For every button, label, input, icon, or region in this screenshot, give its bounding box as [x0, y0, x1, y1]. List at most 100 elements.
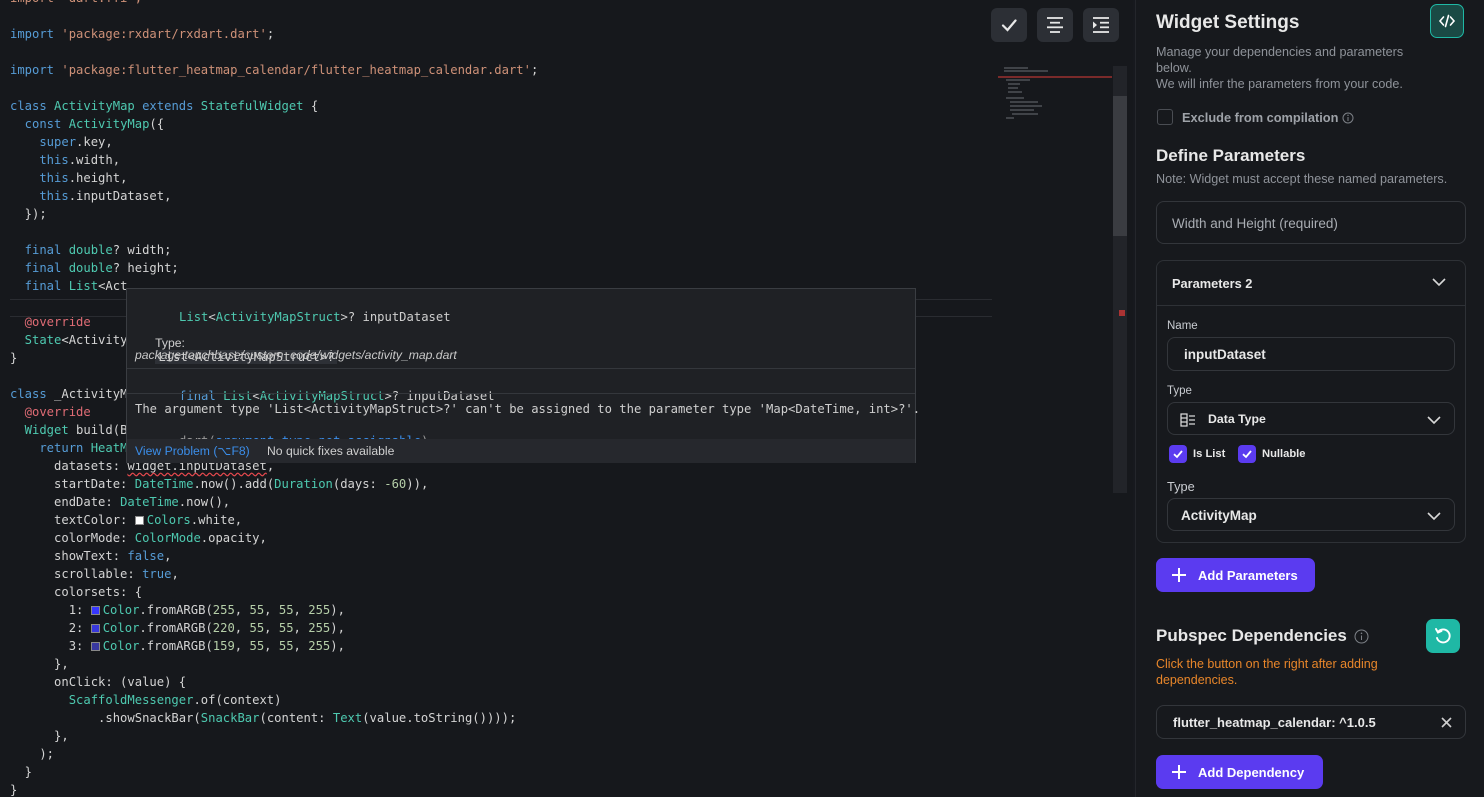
code-token: }	[10, 783, 18, 797]
color-swatch[interactable]	[90, 642, 100, 651]
add-dependency-button[interactable]: Add Dependency	[1156, 755, 1323, 789]
code-line[interactable]: 3: Color.fromARGB(159, 55, 55, 255),	[0, 637, 538, 655]
data-type-icon	[1180, 413, 1195, 427]
panel-description: Manage your dependencies and parameters …	[1156, 45, 1404, 75]
code-line[interactable]: );	[0, 745, 538, 763]
code-line[interactable]: },	[0, 655, 538, 673]
code-token: ),	[330, 621, 345, 635]
code-token: .now(),	[178, 495, 231, 509]
code-line[interactable]	[0, 7, 538, 25]
code-token: .of(context)	[193, 693, 282, 707]
code-token: return	[10, 441, 91, 455]
code-line[interactable]	[0, 43, 538, 61]
code-line[interactable]: 2: Color.fromARGB(220, 55, 55, 255),	[0, 619, 538, 637]
code-token: ,	[293, 639, 309, 653]
code-line[interactable]: import 'dart:ffi';	[0, 0, 538, 7]
accept-button[interactable]	[991, 8, 1027, 42]
define-parameters-title: Define Parameters	[1156, 146, 1306, 165]
code-line[interactable]: final double? height;	[0, 259, 538, 277]
code-line[interactable]: super.key,	[0, 133, 538, 151]
type2-select[interactable]: ActivityMap	[1167, 498, 1455, 531]
code-line[interactable]: class ActivityMap extends StatefulWidget…	[0, 97, 538, 115]
add-parameters-label: Add Parameters	[1198, 567, 1298, 583]
chevron-down-icon[interactable]	[1432, 277, 1446, 287]
code-line[interactable]: colorMode: ColorMode.opacity,	[0, 529, 538, 547]
hover-footer: View Problem (⌥F8) No quick fixes availa…	[127, 439, 915, 463]
indent-button[interactable]	[1083, 8, 1119, 42]
width-height-label: Width and Height (required)	[1172, 216, 1338, 231]
code-line[interactable]: const ActivityMap({	[0, 115, 538, 133]
info-icon[interactable]	[1342, 112, 1354, 124]
decl-generic: ActivityMapStruct	[259, 389, 385, 403]
code-line[interactable]: colorsets: {	[0, 583, 538, 601]
code-line[interactable]: import 'package:rxdart/rxdart.dart';	[0, 25, 538, 43]
code-token: .white,	[190, 513, 243, 527]
code-line[interactable]: onClick: (value) {	[0, 673, 538, 691]
code-token: DateTime	[120, 495, 179, 509]
code-line[interactable]: }	[0, 763, 538, 781]
code-token: class	[10, 387, 55, 401]
color-swatch[interactable]	[134, 516, 144, 525]
code-line[interactable]: });	[0, 205, 538, 223]
code-line[interactable]: startDate: DateTime.now().add(Duration(d…	[0, 475, 538, 493]
add-parameters-button[interactable]: Add Parameters	[1156, 558, 1315, 592]
code-token: <Act	[98, 279, 128, 293]
width-height-field[interactable]: Width and Height (required)	[1156, 201, 1466, 244]
code-token: onClick: (value) {	[10, 675, 187, 689]
code-line[interactable]: ScaffoldMessenger.of(context)	[0, 691, 538, 709]
code-token: }	[10, 351, 18, 365]
code-line[interactable]: final double? width;	[0, 241, 538, 259]
code-token: final	[10, 261, 69, 275]
code-line[interactable]: this.width,	[0, 151, 538, 169]
code-token: {	[303, 99, 319, 113]
code-line[interactable]	[0, 79, 538, 97]
code-line[interactable]: }	[0, 781, 538, 797]
nullable-label: Nullable	[1262, 448, 1306, 460]
code-line[interactable]: textColor: Colors.white,	[0, 511, 538, 529]
dependency-chip[interactable]: flutter_heatmap_calendar: ^1.0.5	[1156, 705, 1466, 739]
exclude-checkbox[interactable]	[1157, 109, 1173, 125]
code-line[interactable]: 1: Color.fromARGB(255, 55, 55, 255),	[0, 601, 538, 619]
code-token: },	[10, 657, 69, 671]
plus-icon	[1172, 765, 1186, 779]
format-button[interactable]	[1037, 8, 1073, 42]
code-token: Widget	[10, 423, 77, 437]
code-token: 220	[212, 621, 235, 635]
code-line[interactable]: this.inputDataset,	[0, 187, 538, 205]
name-input[interactable]: inputDataset	[1167, 337, 1455, 371]
scrollbar-thumb[interactable]	[1113, 96, 1127, 236]
code-line[interactable]: endDate: DateTime.now(),	[0, 493, 538, 511]
chevron-down-icon	[1427, 416, 1441, 425]
panel-description-2: We will infer the parameters from your c…	[1156, 77, 1403, 91]
code-token: showText:	[10, 549, 128, 563]
code-token: List	[68, 279, 99, 293]
is-list-checkbox[interactable]	[1169, 445, 1187, 463]
code-line[interactable]: },	[0, 727, 538, 745]
code-token: 255	[308, 603, 331, 617]
code-line[interactable]: showText: false,	[0, 547, 538, 565]
color-swatch[interactable]	[90, 606, 100, 615]
code-token: ,	[171, 567, 179, 581]
view-problem-link[interactable]: View Problem (⌥F8)	[135, 444, 250, 458]
code-token: 55	[278, 621, 294, 635]
code-line[interactable]: .showSnackBar(SnackBar(content: Text(val…	[0, 709, 538, 727]
minimap[interactable]	[998, 64, 1112, 124]
info-icon[interactable]	[1354, 629, 1369, 644]
code-token: super	[10, 135, 77, 149]
code-line[interactable]: this.height,	[0, 169, 538, 187]
code-token: ,	[264, 639, 279, 653]
color-swatch[interactable]	[90, 624, 100, 633]
type-select[interactable]: Data Type	[1167, 402, 1455, 435]
nullable-checkbox[interactable]	[1238, 445, 1256, 463]
code-line[interactable]	[0, 223, 538, 241]
code-line[interactable]: import 'package:flutter_heatmap_calendar…	[0, 61, 538, 79]
code-editor[interactable]: import 'dart:ffi'; import 'package:rxdart…	[0, 0, 1133, 797]
refresh-dependencies-button[interactable]	[1426, 619, 1460, 653]
parameter-card-header[interactable]: Parameters 2	[1157, 261, 1465, 306]
code-token: ({	[149, 117, 165, 131]
no-quick-fixes: No quick fixes available	[267, 444, 395, 458]
close-icon[interactable]	[1441, 717, 1452, 728]
code-view-button[interactable]	[1430, 4, 1464, 38]
code-token: State	[10, 333, 62, 347]
code-line[interactable]: scrollable: true,	[0, 565, 538, 583]
